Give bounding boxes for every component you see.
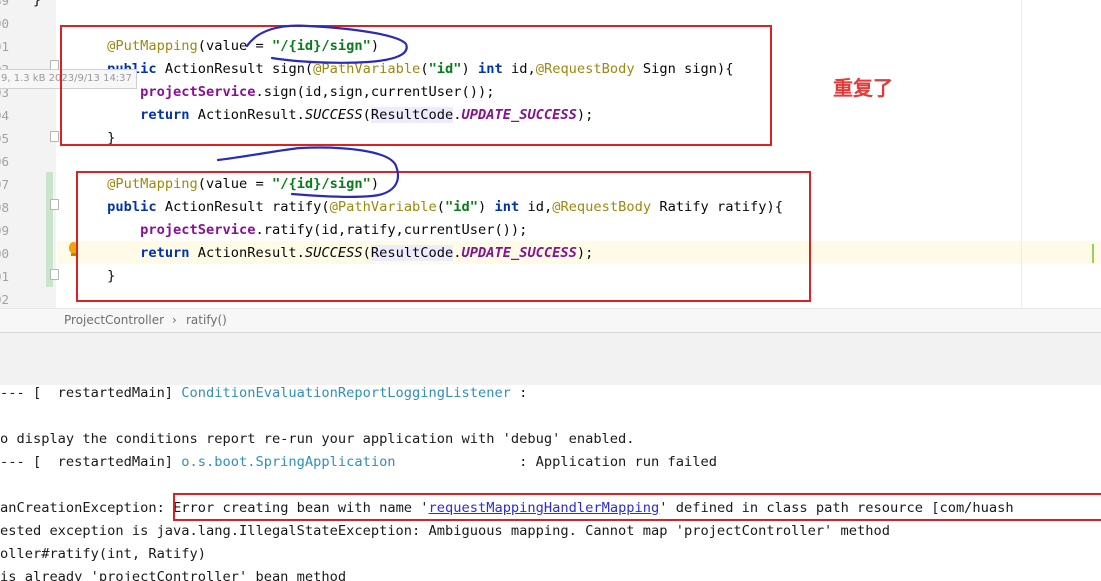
console-line: oller#ratify(int, Ratify) xyxy=(0,546,207,562)
breadcrumb-class[interactable]: ProjectController xyxy=(64,313,164,327)
console-line: --- [ restartedMain] o.s.boot.SpringAppl… xyxy=(0,454,717,470)
line-number: 90 xyxy=(0,16,10,31)
duplicate-note: 重复了 xyxy=(833,76,893,100)
console-line: o display the conditions report re-run y… xyxy=(0,431,635,447)
duplicate-highlight-box xyxy=(60,25,772,146)
console-line: ested exception is java.lang.IllegalStat… xyxy=(0,523,890,539)
line-number: 96 xyxy=(0,154,10,169)
console-output[interactable]: --- [ restartedMain] ConditionEvaluation… xyxy=(0,385,1101,581)
code-line: } xyxy=(32,0,42,8)
scrollbar-change-marker xyxy=(1092,244,1094,263)
breadcrumb-method[interactable]: ratify() xyxy=(186,313,227,327)
breadcrumb-separator: › xyxy=(172,313,177,327)
duplicate-highlight-box xyxy=(76,171,811,302)
console-line: --- [ restartedMain] ConditionEvaluation… xyxy=(0,385,528,401)
error-highlight-box xyxy=(173,493,1101,521)
breadcrumb: ProjectController › ratify() xyxy=(0,308,1101,333)
console-line: is already 'projectController' bean meth… xyxy=(0,569,347,581)
line-number: 02 xyxy=(0,292,10,307)
run-panel-header xyxy=(0,332,1101,386)
